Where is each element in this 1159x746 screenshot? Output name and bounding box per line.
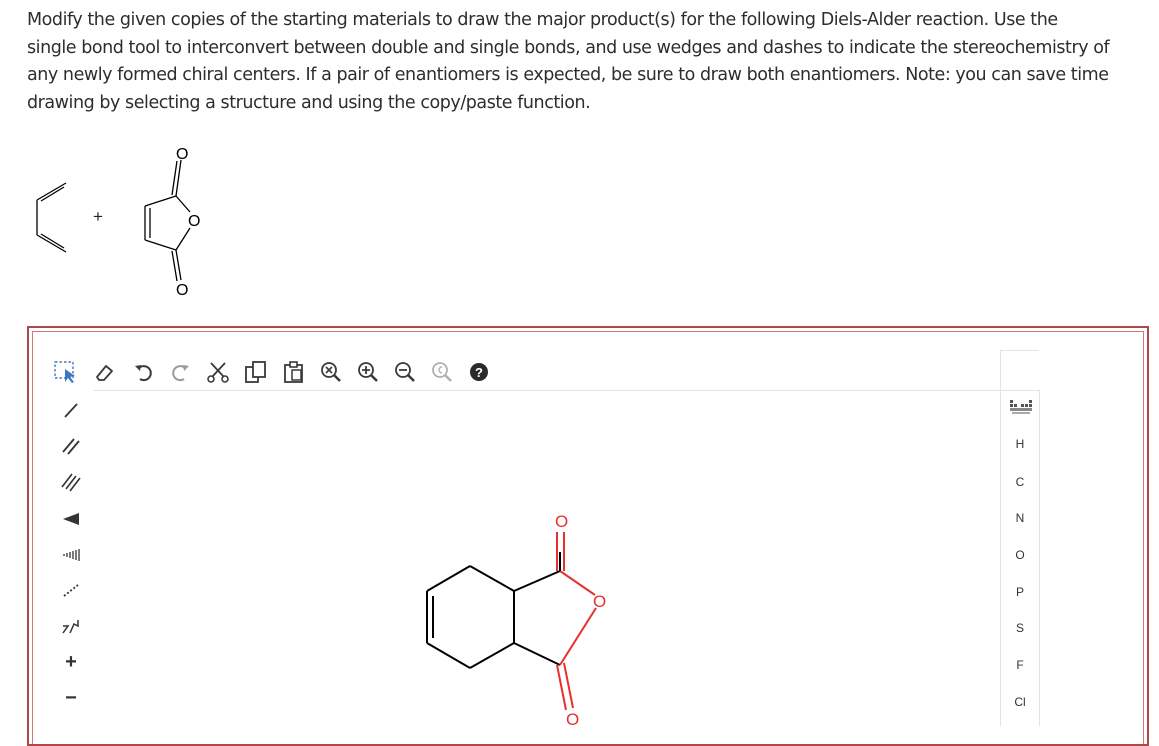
cut-button[interactable] <box>205 359 231 385</box>
double-bond-icon <box>62 438 80 455</box>
drawing-canvas[interactable] <box>93 390 1040 726</box>
element-h-button[interactable]: H <box>1001 437 1039 451</box>
reactant-carbonyl-o-bottom: O <box>176 282 188 299</box>
periodic-table-icon <box>1010 400 1032 414</box>
triple-bond-icon <box>61 473 81 492</box>
scissors-icon <box>207 362 229 383</box>
question-line-4: drawing by selecting a structure and usi… <box>27 92 591 113</box>
chain-tool[interactable] <box>53 611 89 641</box>
copy-icon <box>245 361 266 383</box>
chain-icon <box>62 620 79 634</box>
undo-icon <box>135 365 152 382</box>
periodic-table-button[interactable] <box>1009 397 1033 415</box>
double-bond-tool[interactable] <box>53 431 89 461</box>
reactant-plus-sign: + <box>93 207 103 226</box>
eraser-icon <box>96 365 113 381</box>
plus-charge-label: + <box>65 650 77 673</box>
top-toolbar: ? <box>53 353 493 389</box>
select-tool-button[interactable] <box>53 359 79 385</box>
element-p-button[interactable]: P <box>1001 585 1039 599</box>
element-f-button[interactable]: F <box>1001 658 1039 672</box>
left-toolbar: + − <box>53 390 89 725</box>
zoom-out-button[interactable] <box>392 359 418 385</box>
eraser-button[interactable] <box>91 359 117 385</box>
lasso-select-icon <box>54 361 75 383</box>
minus-charge-label: − <box>65 686 77 709</box>
element-o-button[interactable]: O <box>1001 548 1039 562</box>
svg-text:?: ? <box>475 365 483 380</box>
increase-charge-tool[interactable]: + <box>53 647 89 677</box>
help-icon: ? <box>470 363 488 381</box>
triple-bond-tool[interactable] <box>53 467 89 497</box>
wedge-bond-tool[interactable] <box>53 503 89 533</box>
element-c-button[interactable]: C <box>1001 475 1039 489</box>
single-bond-tool[interactable] <box>53 395 89 425</box>
single-bond-icon <box>64 403 78 418</box>
butadiene-structure <box>36 182 67 253</box>
dotted-bond-icon <box>63 584 79 597</box>
zoom-in-button[interactable] <box>355 359 381 385</box>
paste-button[interactable] <box>281 359 307 385</box>
zoom-out-icon <box>395 362 415 382</box>
redo-icon <box>172 365 189 382</box>
element-s-button[interactable]: S <box>1001 621 1039 635</box>
zoom-fit-button[interactable] <box>318 359 344 385</box>
element-cl-button[interactable]: Cl <box>1001 695 1039 709</box>
paste-icon <box>284 361 303 383</box>
element-n-button[interactable]: N <box>1001 511 1039 525</box>
dash-bond-tool[interactable] <box>53 539 89 569</box>
reactant-carbonyl-o-top: O <box>176 146 188 163</box>
question-line-2: single bond tool to interconvert between… <box>27 37 1110 58</box>
decrease-charge-tool[interactable]: − <box>53 683 89 713</box>
question-line-3: any newly formed chiral centers. If a pa… <box>27 65 1109 85</box>
maleic-anhydride-structure <box>144 159 191 282</box>
dotted-bond-tool[interactable] <box>53 575 89 605</box>
undo-button[interactable] <box>131 359 157 385</box>
cleanup-icon <box>432 362 452 382</box>
dash-bond-icon <box>63 549 80 561</box>
wedge-bond-icon <box>63 513 79 525</box>
cleanup-button[interactable] <box>429 359 455 385</box>
question-text: Modify the given copies of the starting … <box>27 7 1147 117</box>
reactant-ring-o: O <box>188 213 200 230</box>
zoom-fit-icon <box>321 362 341 382</box>
element-panel: H C N O P S F Cl <box>1000 350 1039 726</box>
reactants-drawing: + O O O <box>36 146 200 299</box>
help-button[interactable]: ? <box>466 359 492 385</box>
redo-button[interactable] <box>167 359 193 385</box>
question-line-1: Modify the given copies of the starting … <box>27 10 1058 30</box>
zoom-in-icon <box>358 362 378 382</box>
copy-button[interactable] <box>243 359 269 385</box>
